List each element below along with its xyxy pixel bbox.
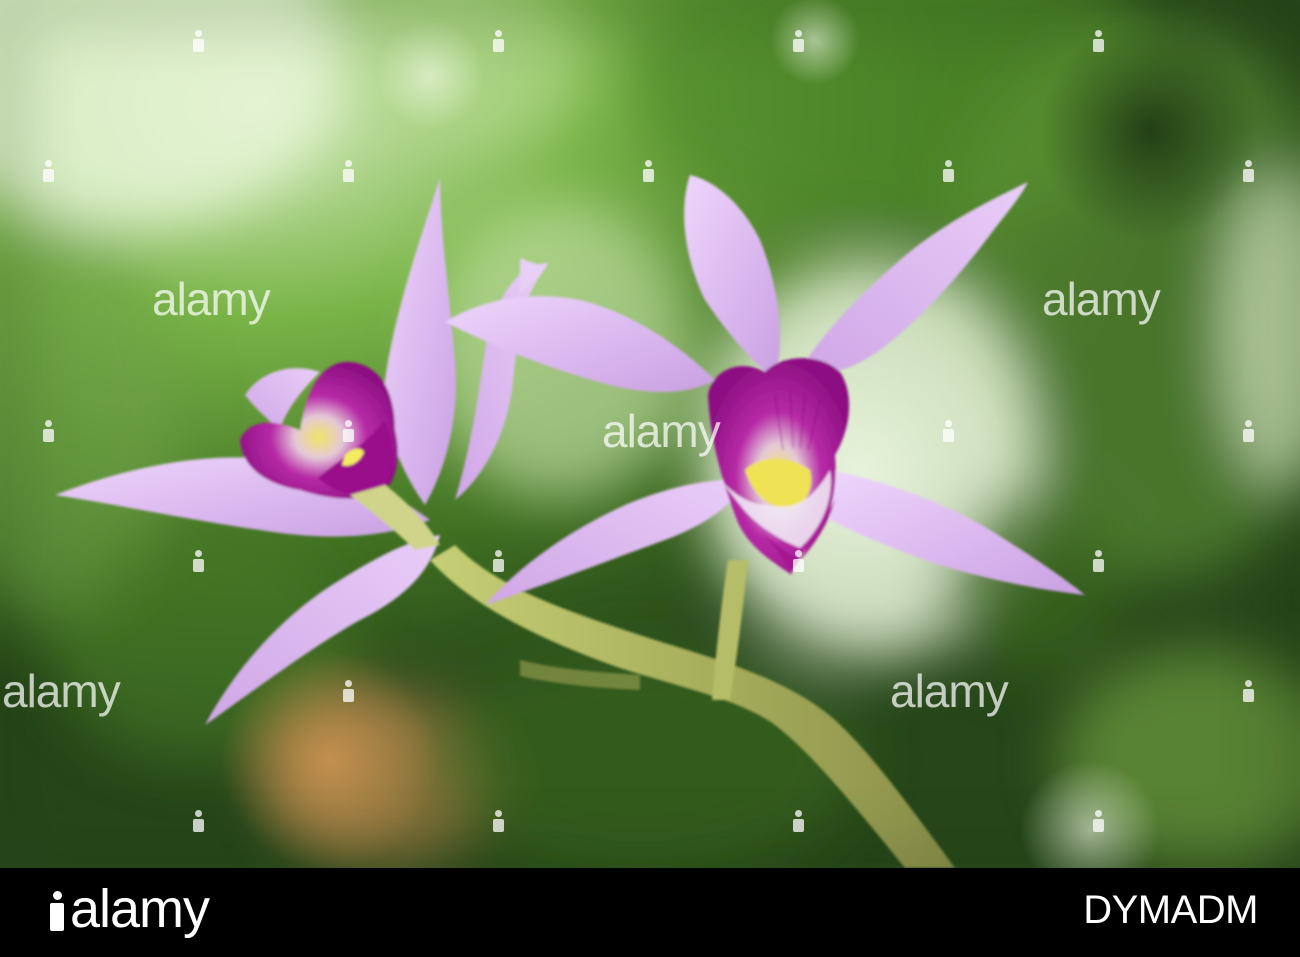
- orchid-photo: [0, 0, 1300, 868]
- stock-logo-text: alamy: [70, 879, 210, 939]
- image-id: DYMADM: [1083, 888, 1258, 932]
- logo-mark-icon: [50, 891, 64, 931]
- stock-logo: alamy: [50, 878, 210, 940]
